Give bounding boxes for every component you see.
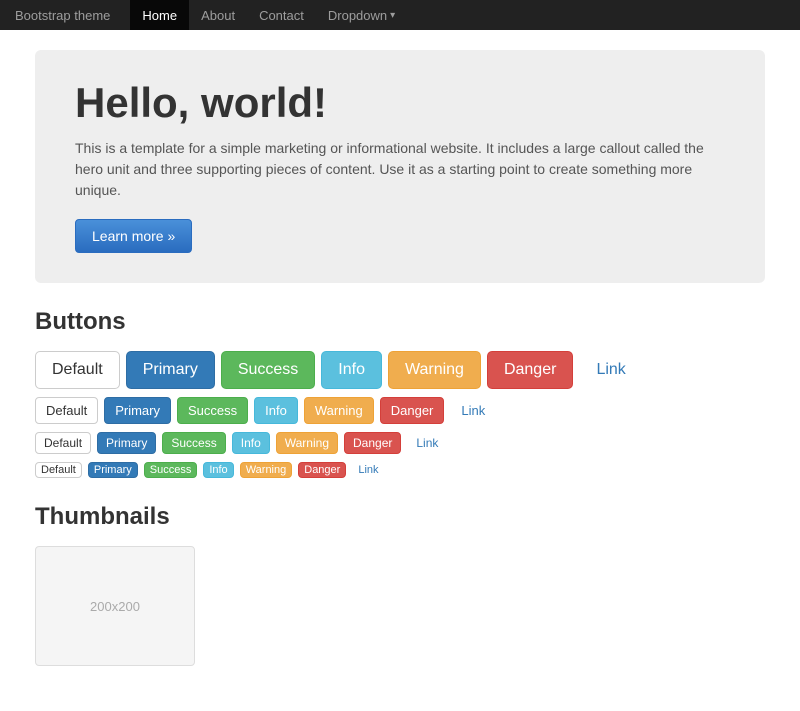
btn-primary-sm[interactable]: Primary [97,432,156,454]
dropdown-arrow-icon: ▾ [390,10,395,21]
nav-item-home[interactable]: Home [130,0,189,30]
hero-description: This is a template for a simple marketin… [75,138,725,201]
btn-info-xs[interactable]: Info [203,462,233,478]
btn-row-sm: Default Primary Success Info Warning Dan… [35,432,765,454]
nav-item-dropdown[interactable]: Dropdown ▾ [316,0,407,30]
btn-row-xs: Default Primary Success Info Warning Dan… [35,462,765,478]
btn-success-md[interactable]: Success [177,397,248,424]
btn-row-md: Default Primary Success Info Warning Dan… [35,397,765,424]
navbar-brand[interactable]: Bootstrap theme [15,8,110,23]
btn-warning-md[interactable]: Warning [304,397,374,424]
btn-danger-xs[interactable]: Danger [298,462,346,478]
btn-default-sm[interactable]: Default [35,432,91,454]
navbar: Bootstrap theme Home About Contact Dropd… [0,0,800,30]
btn-primary-md[interactable]: Primary [104,397,171,424]
btn-danger-md[interactable]: Danger [380,397,445,424]
btn-success-xs[interactable]: Success [144,462,198,478]
btn-warning-sm[interactable]: Warning [276,432,338,454]
buttons-section-title: Buttons [35,308,765,336]
btn-row-lg: Default Primary Success Info Warning Dan… [35,351,765,389]
main-container: Hello, world! This is a template for a s… [20,30,780,711]
thumbnail-label: 200x200 [90,599,140,614]
btn-info-sm[interactable]: Info [232,432,270,454]
btn-default-lg[interactable]: Default [35,351,120,389]
btn-link-md[interactable]: Link [450,397,496,424]
btn-link-sm[interactable]: Link [407,432,447,454]
btn-success-sm[interactable]: Success [162,432,225,454]
btn-info-lg[interactable]: Info [321,351,382,389]
navbar-nav: Home About Contact Dropdown ▾ [130,0,407,30]
buttons-section: Buttons Default Primary Success Info War… [35,308,765,478]
btn-default-xs[interactable]: Default [35,462,82,478]
nav-item-contact[interactable]: Contact [247,0,316,30]
btn-default-md[interactable]: Default [35,397,98,424]
hero-unit: Hello, world! This is a template for a s… [35,50,765,283]
btn-info-md[interactable]: Info [254,397,298,424]
btn-warning-xs[interactable]: Warning [240,462,293,478]
btn-primary-xs[interactable]: Primary [88,462,138,478]
btn-warning-lg[interactable]: Warning [388,351,481,389]
btn-danger-lg[interactable]: Danger [487,351,573,389]
nav-item-about[interactable]: About [189,0,247,30]
thumbnails-section-title: Thumbnails [35,503,765,531]
btn-link-lg[interactable]: Link [579,351,642,389]
btn-success-lg[interactable]: Success [221,351,315,389]
learn-more-button[interactable]: Learn more » [75,219,192,253]
btn-link-xs[interactable]: Link [352,462,384,478]
hero-heading: Hello, world! [75,80,725,126]
btn-primary-lg[interactable]: Primary [126,351,215,389]
btn-danger-sm[interactable]: Danger [344,432,401,454]
thumbnail-item[interactable]: 200x200 [35,546,195,666]
thumbnails-section: Thumbnails 200x200 [35,503,765,666]
